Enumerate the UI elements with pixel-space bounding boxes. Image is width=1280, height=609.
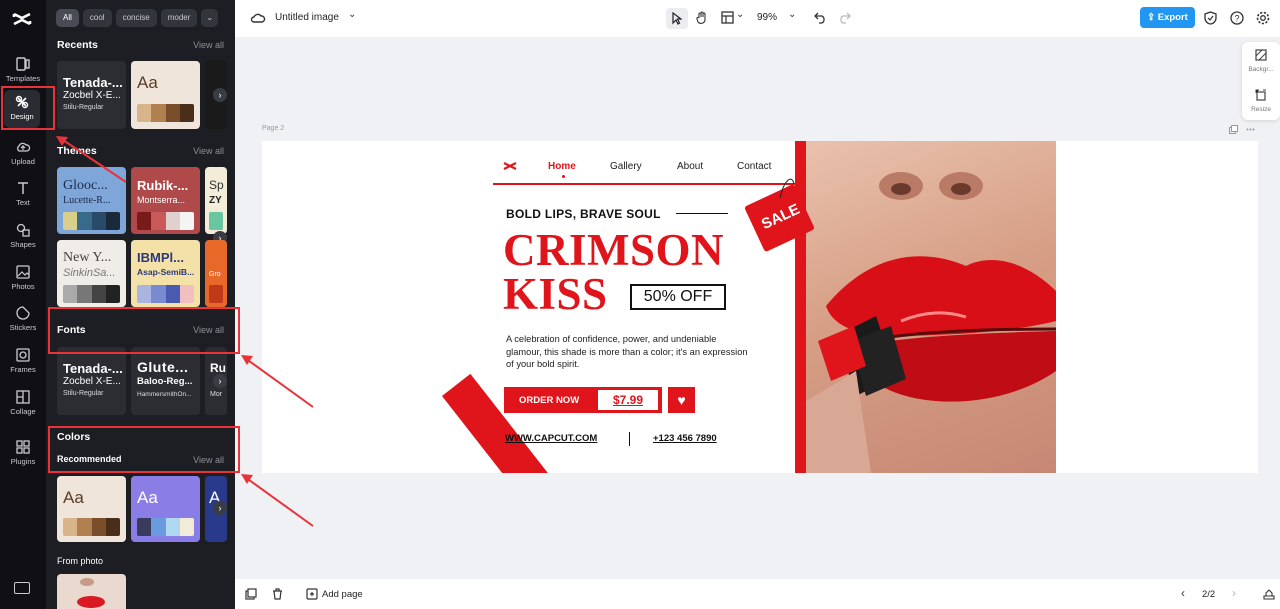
annotation-arrows [56, 136, 314, 527]
app-window: Templates Design Upload Text Shapes Phot… [0, 0, 1280, 609]
